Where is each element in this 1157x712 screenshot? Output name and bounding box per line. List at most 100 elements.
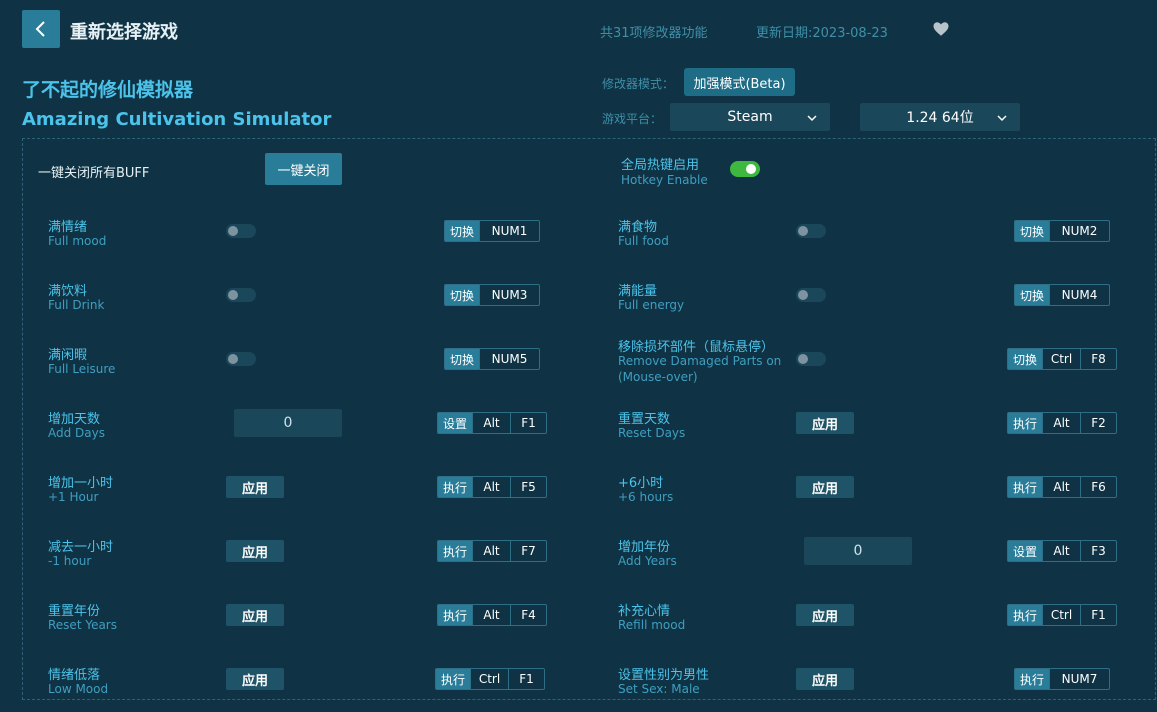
cheat-label-cn: 重置天数 [618, 412, 671, 427]
hotkey-combo[interactable]: 执行 Ctrl F1 [1007, 604, 1118, 626]
cheat-toggle[interactable] [226, 288, 256, 302]
hotkey-action: 设置 [438, 413, 473, 433]
cheat-label-en: Full mood [48, 234, 107, 248]
hotkey-action: 执行 [1008, 605, 1043, 625]
hotkey-combo[interactable]: 设置 Alt F3 [1007, 540, 1118, 562]
cheat-label-en: +1 Hour [48, 490, 99, 504]
cheat-label-cn: +6小时 [618, 476, 664, 491]
hotkey-key: Alt [472, 477, 510, 497]
cheat-label-cn: 情绪低落 [48, 668, 101, 683]
hotkey-combo[interactable]: 执行 Alt F6 [1007, 476, 1118, 498]
hotkey-key: F8 [1080, 349, 1116, 369]
hotkey-key: F6 [1080, 477, 1116, 497]
hotkey-action: 执行 [436, 669, 471, 689]
hotkey-key: NUM1 [479, 221, 539, 241]
version-select[interactable]: 1.24 64位 [860, 103, 1020, 131]
cheat-label-en: +6 hours [618, 490, 674, 504]
hotkey-combo[interactable]: 执行 Alt F2 [1007, 412, 1118, 434]
mode-button[interactable]: 加强模式(Beta) [684, 68, 795, 96]
reselect-game-label[interactable]: 重新选择游戏 [70, 18, 178, 44]
hotkey-action: 执行 [1008, 413, 1043, 433]
apply-button[interactable]: 应用 [226, 668, 284, 690]
value-input[interactable]: 0 [804, 537, 912, 565]
mode-label: 修改器模式： [602, 77, 675, 91]
apply-button[interactable]: 应用 [226, 540, 284, 562]
hotkey-combo[interactable]: 执行 Alt F4 [437, 604, 548, 626]
hotkey-combo[interactable]: 执行 Ctrl F1 [435, 668, 546, 690]
platform-value: Steam [727, 109, 773, 125]
game-title-en: Amazing Cultivation Simulator [22, 109, 332, 130]
hotkey-enable-label-en: Hotkey Enable [621, 173, 708, 187]
hotkey-action: 执行 [438, 477, 473, 497]
cheat-label-en: Full Drink [48, 298, 105, 312]
hotkey-action: 设置 [1008, 541, 1043, 561]
cheat-toggle[interactable] [796, 224, 826, 238]
close-all-button[interactable]: 一键关闭 [265, 153, 342, 185]
hotkey-key: Alt [1042, 541, 1080, 561]
hotkey-combo[interactable]: 切换 NUM1 [444, 220, 541, 242]
hotkey-combo[interactable]: 执行 Alt F7 [437, 540, 548, 562]
hotkey-combo[interactable]: 切换 NUM4 [1014, 284, 1111, 306]
cheat-label-cn: 满能量 [618, 284, 658, 299]
hotkey-key: Ctrl [470, 669, 508, 689]
apply-button[interactable]: 应用 [226, 604, 284, 626]
apply-button[interactable]: 应用 [226, 476, 284, 498]
hotkey-key: Alt [472, 541, 510, 561]
platform-select[interactable]: Steam [670, 103, 830, 131]
hotkey-action: 执行 [1008, 477, 1043, 497]
version-value: 1.24 64位 [906, 110, 974, 126]
chevron-left-icon [35, 21, 45, 37]
hotkey-action: 执行 [1015, 669, 1050, 689]
hotkey-combo[interactable]: 切换 Ctrl F8 [1007, 348, 1118, 370]
cheat-toggle[interactable] [796, 352, 826, 366]
cheat-label-cn: 增加一小时 [48, 476, 114, 491]
hotkey-key: NUM4 [1049, 285, 1109, 305]
cheat-label-cn: 补充心情 [618, 604, 671, 619]
hotkey-key: F4 [510, 605, 546, 625]
hotkey-combo[interactable]: 执行 Alt F5 [437, 476, 548, 498]
back-button[interactable] [22, 10, 60, 48]
hotkey-combo[interactable]: 设置 Alt F1 [437, 412, 548, 434]
cheat-toggle[interactable] [226, 224, 256, 238]
hotkey-action: 切换 [445, 285, 480, 305]
hotkey-key: Alt [472, 605, 510, 625]
cheat-label-cn: 增加年份 [618, 540, 671, 555]
heart-icon[interactable] [932, 20, 950, 38]
hotkey-key: NUM7 [1049, 669, 1109, 689]
cheat-label-en: Set Sex: Male [618, 682, 700, 696]
cheat-toggle[interactable] [796, 288, 826, 302]
value-input[interactable]: 0 [234, 409, 342, 437]
hotkey-key: F3 [1080, 541, 1116, 561]
hotkey-combo[interactable]: 切换 NUM3 [444, 284, 541, 306]
apply-button[interactable]: 应用 [796, 476, 854, 498]
apply-button[interactable]: 应用 [796, 412, 854, 434]
cheat-toggle[interactable] [226, 352, 256, 366]
hotkey-combo[interactable]: 切换 NUM2 [1014, 220, 1111, 242]
hotkey-key: NUM5 [479, 349, 539, 369]
apply-button[interactable]: 应用 [796, 668, 854, 690]
hotkey-action: 执行 [438, 541, 473, 561]
hotkey-key: NUM3 [479, 285, 539, 305]
cheat-label-en: Full food [618, 234, 669, 248]
hotkey-action: 切换 [445, 349, 480, 369]
chevron-down-icon [807, 115, 817, 122]
apply-button[interactable]: 应用 [796, 604, 854, 626]
game-title-cn: 了不起的修仙模拟器 [22, 79, 194, 101]
chevron-down-icon [997, 115, 1007, 122]
hotkey-combo[interactable]: 切换 NUM5 [444, 348, 541, 370]
hotkey-combo[interactable]: 执行 NUM7 [1014, 668, 1111, 690]
hotkey-enable-label-cn: 全局热键启用 [621, 158, 700, 173]
hotkey-key: Ctrl [1042, 349, 1080, 369]
cheat-label-cn: 移除损坏部件（鼠标悬停） [618, 340, 775, 355]
hotkey-action: 切换 [445, 221, 480, 241]
hotkey-key: F1 [510, 413, 546, 433]
hotkey-key: Alt [472, 413, 510, 433]
cheat-label-en: Low Mood [48, 682, 109, 696]
cheat-label-cn: 增加天数 [48, 412, 101, 427]
cheat-label-en: Add Days [48, 426, 105, 440]
cheat-label-cn: 重置年份 [48, 604, 101, 619]
hotkey-action: 切换 [1008, 349, 1043, 369]
hotkey-key: F1 [1080, 605, 1116, 625]
cheat-label-cn: 满食物 [618, 220, 658, 235]
hotkey-enable-toggle[interactable] [730, 161, 760, 177]
